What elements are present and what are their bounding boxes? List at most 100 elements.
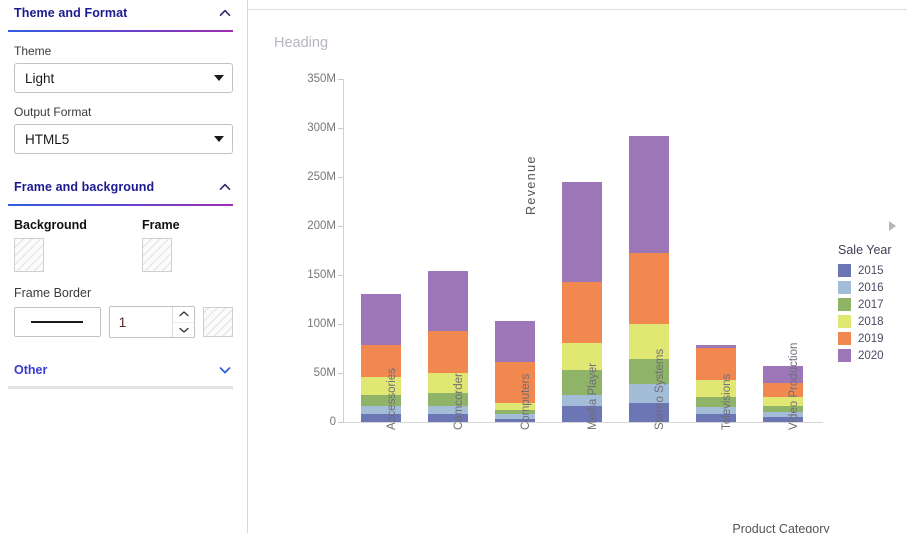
x-axis-tick-label: Camcorder bbox=[453, 373, 465, 430]
bar-segment[interactable] bbox=[495, 321, 535, 363]
background-color-swatch[interactable] bbox=[14, 238, 44, 272]
x-axis-tick-label: Media Player bbox=[587, 362, 599, 430]
frame-border-width-stepper[interactable]: 1 bbox=[108, 306, 196, 338]
x-axis-tick-label: Televisions bbox=[721, 373, 733, 430]
bar-segment[interactable] bbox=[562, 181, 602, 282]
legend-color-swatch bbox=[838, 298, 851, 311]
stepper-buttons bbox=[172, 307, 195, 338]
y-axis-line bbox=[343, 79, 344, 422]
y-axis-tick-mark bbox=[338, 275, 343, 276]
theme-field: Theme Light bbox=[0, 44, 247, 93]
y-axis-tick-label: 300M bbox=[307, 122, 336, 134]
legend-item-label: 2019 bbox=[858, 332, 884, 345]
legend-item-label: 2020 bbox=[858, 349, 884, 362]
stepper-decrement-icon[interactable] bbox=[173, 323, 194, 338]
bar-segment[interactable] bbox=[696, 344, 736, 348]
app-root: Theme and Format Theme Light Output Form… bbox=[0, 0, 907, 533]
section-title: Frame and background bbox=[14, 180, 155, 194]
chevron-down-icon[interactable] bbox=[217, 362, 233, 378]
frame-border-row: 1 bbox=[0, 306, 247, 338]
frame-border-color-swatch[interactable] bbox=[203, 307, 233, 337]
bar-segment[interactable] bbox=[428, 331, 468, 374]
y-axis-tick-label: 150M bbox=[307, 269, 336, 281]
section-underline-gradient bbox=[8, 204, 233, 206]
y-axis-tick-label: 50M bbox=[313, 367, 336, 379]
background-label: Background bbox=[14, 218, 87, 232]
chevron-down-icon[interactable] bbox=[214, 75, 224, 81]
legend-item-label: 2016 bbox=[858, 281, 884, 294]
x-axis-tick-label: Accessories bbox=[386, 368, 398, 430]
x-axis-line bbox=[343, 422, 823, 423]
legend-color-swatch bbox=[838, 349, 851, 362]
chevron-up-icon[interactable] bbox=[217, 179, 233, 195]
y-axis-tick-mark bbox=[338, 373, 343, 374]
chevron-up-icon[interactable] bbox=[217, 5, 233, 21]
y-axis-tick-mark bbox=[338, 226, 343, 227]
bar-segment[interactable] bbox=[361, 293, 401, 345]
legend-color-swatch bbox=[838, 332, 851, 345]
frame-color-swatch[interactable] bbox=[142, 238, 172, 272]
theme-select[interactable]: Light bbox=[14, 63, 233, 93]
section-underline bbox=[8, 386, 233, 389]
y-axis-tick-label: 0 bbox=[329, 416, 336, 428]
y-axis-tick-mark bbox=[338, 79, 343, 80]
section-underline-gradient bbox=[8, 30, 233, 32]
y-axis-tick-label: 350M bbox=[307, 73, 336, 85]
bar-segment[interactable] bbox=[428, 270, 468, 332]
bar-segment[interactable] bbox=[562, 281, 602, 343]
section-other-header[interactable]: Other bbox=[0, 360, 247, 380]
y-axis-tick-mark bbox=[338, 422, 343, 423]
section-theme-and-format-header[interactable]: Theme and Format bbox=[0, 2, 247, 24]
y-axis-tick-mark bbox=[338, 128, 343, 129]
bar-segment[interactable] bbox=[629, 135, 669, 254]
chart-pane: Heading 0 50M 100M 150M 200M 250M 300M 350M Acce… bbox=[248, 9, 907, 533]
legend-item[interactable]: 2016 bbox=[838, 279, 904, 296]
frame-border-width-value: 1 bbox=[118, 314, 127, 330]
legend-item[interactable]: 2017 bbox=[838, 296, 904, 313]
x-axis-tick-label: Computers bbox=[520, 373, 532, 430]
section-title: Other bbox=[14, 363, 48, 377]
legend-item-list: 2015 2016 2017 2018 2019 2020 bbox=[838, 262, 904, 364]
legend-item-label: 2018 bbox=[858, 315, 884, 328]
line-style-sample bbox=[31, 321, 84, 323]
bar-segment[interactable] bbox=[629, 253, 669, 324]
legend-item[interactable]: 2015 bbox=[838, 262, 904, 279]
theme-select-value: Light bbox=[25, 70, 55, 86]
output-format-field: Output Format HTML5 bbox=[0, 105, 247, 154]
section-frame-and-background-header[interactable]: Frame and background bbox=[0, 176, 247, 198]
legend-item[interactable]: 2019 bbox=[838, 330, 904, 347]
legend-title: Sale Year bbox=[838, 243, 892, 257]
stepper-increment-icon[interactable] bbox=[173, 307, 195, 323]
section-title: Theme and Format bbox=[14, 6, 128, 20]
theme-label: Theme bbox=[14, 44, 52, 58]
frame-border-label: Frame Border bbox=[14, 286, 92, 300]
properties-sidebar: Theme and Format Theme Light Output Form… bbox=[0, 0, 248, 533]
y-axis-tick-mark bbox=[338, 177, 343, 178]
y-axis-tick-label: 250M bbox=[307, 171, 336, 183]
output-format-label: Output Format bbox=[14, 105, 92, 119]
x-axis-tick-label: Video Production bbox=[788, 342, 800, 430]
chevron-down-icon[interactable] bbox=[214, 136, 224, 142]
output-format-select-value: HTML5 bbox=[25, 131, 70, 147]
triangle-right-icon[interactable] bbox=[885, 219, 899, 238]
legend-item-label: 2017 bbox=[858, 298, 884, 311]
legend-color-swatch bbox=[838, 264, 851, 277]
y-axis-tick-label: 200M bbox=[307, 220, 336, 232]
legend-color-swatch bbox=[838, 281, 851, 294]
legend-color-swatch bbox=[838, 315, 851, 328]
x-axis-title: Product Category bbox=[732, 522, 830, 533]
output-format-select[interactable]: HTML5 bbox=[14, 124, 233, 154]
y-axis-title: Revenue bbox=[524, 155, 538, 215]
frame-border-style-picker[interactable] bbox=[14, 307, 101, 337]
frame-group: Frame bbox=[142, 218, 180, 272]
legend-item[interactable]: 2020 bbox=[838, 347, 904, 364]
y-axis-tick-label: 100M bbox=[307, 318, 336, 330]
x-axis-tick-label: Stereo Systems bbox=[654, 348, 666, 430]
chart-plot-area[interactable]: 0 50M 100M 150M 200M 250M 300M 350M Accessories C… bbox=[248, 10, 907, 533]
background-frame-row: Background Frame bbox=[0, 218, 247, 272]
legend-item-label: 2015 bbox=[858, 264, 884, 277]
background-group: Background bbox=[14, 218, 142, 272]
legend-item[interactable]: 2018 bbox=[838, 313, 904, 330]
frame-label: Frame bbox=[142, 218, 180, 232]
y-axis-tick-mark bbox=[338, 324, 343, 325]
